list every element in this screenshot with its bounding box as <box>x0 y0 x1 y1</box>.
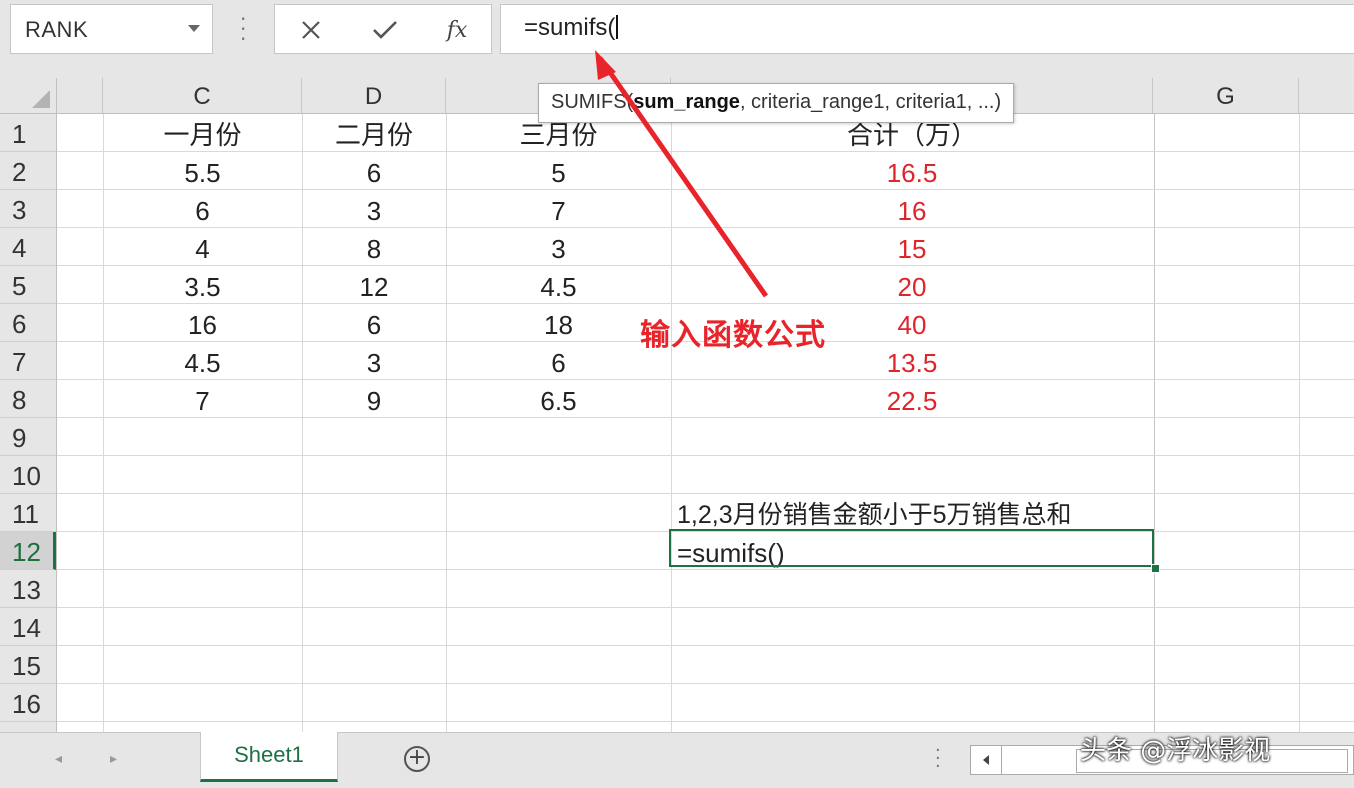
annotation-label: 输入函数公式 <box>640 318 826 353</box>
more-options-icon[interactable]: · · · <box>240 9 246 49</box>
row-header[interactable]: 7 <box>0 342 56 380</box>
row-header[interactable]: 13 <box>0 570 56 608</box>
row-header[interactable]: 14 <box>0 608 56 646</box>
table-cell[interactable]: 6 <box>302 304 446 342</box>
row-header[interactable]: 5 <box>0 266 56 304</box>
formula-bar: RANK · · · fx =sumifs( <box>0 0 1354 78</box>
triangle-left-icon <box>983 755 989 765</box>
gridline <box>57 645 1354 646</box>
row-header[interactable]: 10 <box>0 456 56 494</box>
check-icon <box>373 21 397 39</box>
chevron-left-icon[interactable]: ◂ <box>55 751 62 767</box>
sheet-tab-sheet1[interactable]: Sheet1 <box>200 732 338 782</box>
fill-handle[interactable] <box>1151 564 1160 573</box>
row-header[interactable]: 6 <box>0 304 56 342</box>
total-cell[interactable]: 22.5 <box>671 380 1153 418</box>
criteria-note-cell[interactable]: 1,2,3月份销售金额小于5万销售总和 <box>671 494 1197 532</box>
total-cell[interactable]: 16 <box>671 190 1153 228</box>
insert-function-button[interactable]: fx <box>437 13 477 47</box>
cancel-button[interactable] <box>291 13 331 47</box>
gridline <box>57 607 1354 608</box>
cell-area[interactable]: 一月份 二月份 三月份 合计（万） 5.5 6 5 16.5 6 3 7 16 … <box>57 114 1354 732</box>
close-icon <box>302 21 320 39</box>
chevron-down-icon[interactable] <box>188 25 200 32</box>
table-cell[interactable]: 16 <box>103 304 302 342</box>
table-cell[interactable]: 4 <box>103 228 302 266</box>
scroll-left-button[interactable] <box>971 746 1002 774</box>
name-box-value: RANK <box>25 17 89 42</box>
fx-icon: fx <box>446 17 468 43</box>
row-header[interactable]: 4 <box>0 228 56 266</box>
table-header-cell[interactable]: 二月份 <box>302 114 446 152</box>
more-options-icon[interactable]: · · · <box>935 742 941 776</box>
row-header-active[interactable]: 12 <box>0 532 56 570</box>
row-headers: 1 2 3 4 5 6 7 8 9 10 11 12 13 14 15 16 <box>0 114 57 732</box>
formula-text: =sumifs( <box>524 14 616 41</box>
gridline <box>57 721 1354 722</box>
column-header-g[interactable]: G <box>1153 78 1299 113</box>
chevron-right-icon[interactable]: ▸ <box>110 751 117 767</box>
gridline <box>1299 114 1300 732</box>
row-header[interactable]: 9 <box>0 418 56 456</box>
table-cell[interactable]: 3.5 <box>103 266 302 304</box>
table-cell[interactable]: 6.5 <box>446 380 671 418</box>
row-header[interactable]: 3 <box>0 190 56 228</box>
tooltip-current-arg[interactable]: sum_range <box>633 91 740 113</box>
column-header-h[interactable] <box>1299 78 1354 113</box>
total-cell[interactable]: 16.5 <box>671 152 1153 190</box>
row-header[interactable]: 1 <box>0 114 56 152</box>
total-cell[interactable]: 15 <box>671 228 1153 266</box>
table-cell[interactable]: 12 <box>302 266 446 304</box>
column-header-d[interactable]: D <box>302 78 446 113</box>
watermark: 头条 @浮冰影视 <box>1080 736 1271 766</box>
table-cell[interactable]: 9 <box>302 380 446 418</box>
text-caret <box>616 15 619 39</box>
table-cell[interactable]: 7 <box>446 190 671 228</box>
column-header-b[interactable] <box>57 78 103 113</box>
table-cell[interactable]: 3 <box>446 228 671 266</box>
table-cell[interactable]: 4.5 <box>103 342 302 380</box>
row-header[interactable]: 15 <box>0 646 56 684</box>
table-cell[interactable]: 7 <box>103 380 302 418</box>
gridline <box>57 455 1354 456</box>
row-header[interactable]: 2 <box>0 152 56 190</box>
table-cell[interactable]: 6 <box>302 152 446 190</box>
table-cell[interactable]: 8 <box>302 228 446 266</box>
select-all-icon <box>32 90 50 108</box>
formula-content: =sumifs( <box>524 14 619 42</box>
function-arguments-tooltip: SUMIFS(sum_range, criteria_range1, crite… <box>538 83 1015 123</box>
table-cell[interactable]: 5.5 <box>103 152 302 190</box>
gridline <box>1154 114 1155 732</box>
formula-cell[interactable]: =sumifs() <box>671 532 1155 570</box>
formula-buttons: fx <box>274 4 492 54</box>
table-cell[interactable]: 5 <box>446 152 671 190</box>
gridline <box>57 683 1354 684</box>
tooltip-function-name: SUMIFS( <box>551 91 634 113</box>
table-cell[interactable]: 6 <box>103 190 302 228</box>
table-cell[interactable]: 3 <box>302 190 446 228</box>
add-sheet-button[interactable]: + <box>404 746 430 772</box>
table-cell[interactable]: 6 <box>446 342 671 380</box>
column-header-c[interactable]: C <box>103 78 302 113</box>
total-cell[interactable]: 20 <box>671 266 1153 304</box>
table-cell[interactable]: 4.5 <box>446 266 671 304</box>
table-cell[interactable]: 3 <box>302 342 446 380</box>
row-header[interactable]: 16 <box>0 684 56 722</box>
row-header[interactable]: 8 <box>0 380 56 418</box>
row-header[interactable]: 11 <box>0 494 56 532</box>
worksheet-grid: C D E F G 1 2 3 4 5 6 7 8 9 10 11 12 13 … <box>0 78 1354 732</box>
table-cell[interactable]: 18 <box>446 304 671 342</box>
name-box[interactable]: RANK <box>10 4 213 54</box>
tooltip-remaining-args: , criteria_range1, criteria1, ...) <box>739 91 1002 113</box>
enter-button[interactable] <box>365 13 405 47</box>
select-all-button[interactable] <box>0 78 57 114</box>
table-header-cell[interactable]: 一月份 <box>103 114 302 152</box>
formula-input[interactable]: =sumifs( <box>500 4 1354 54</box>
